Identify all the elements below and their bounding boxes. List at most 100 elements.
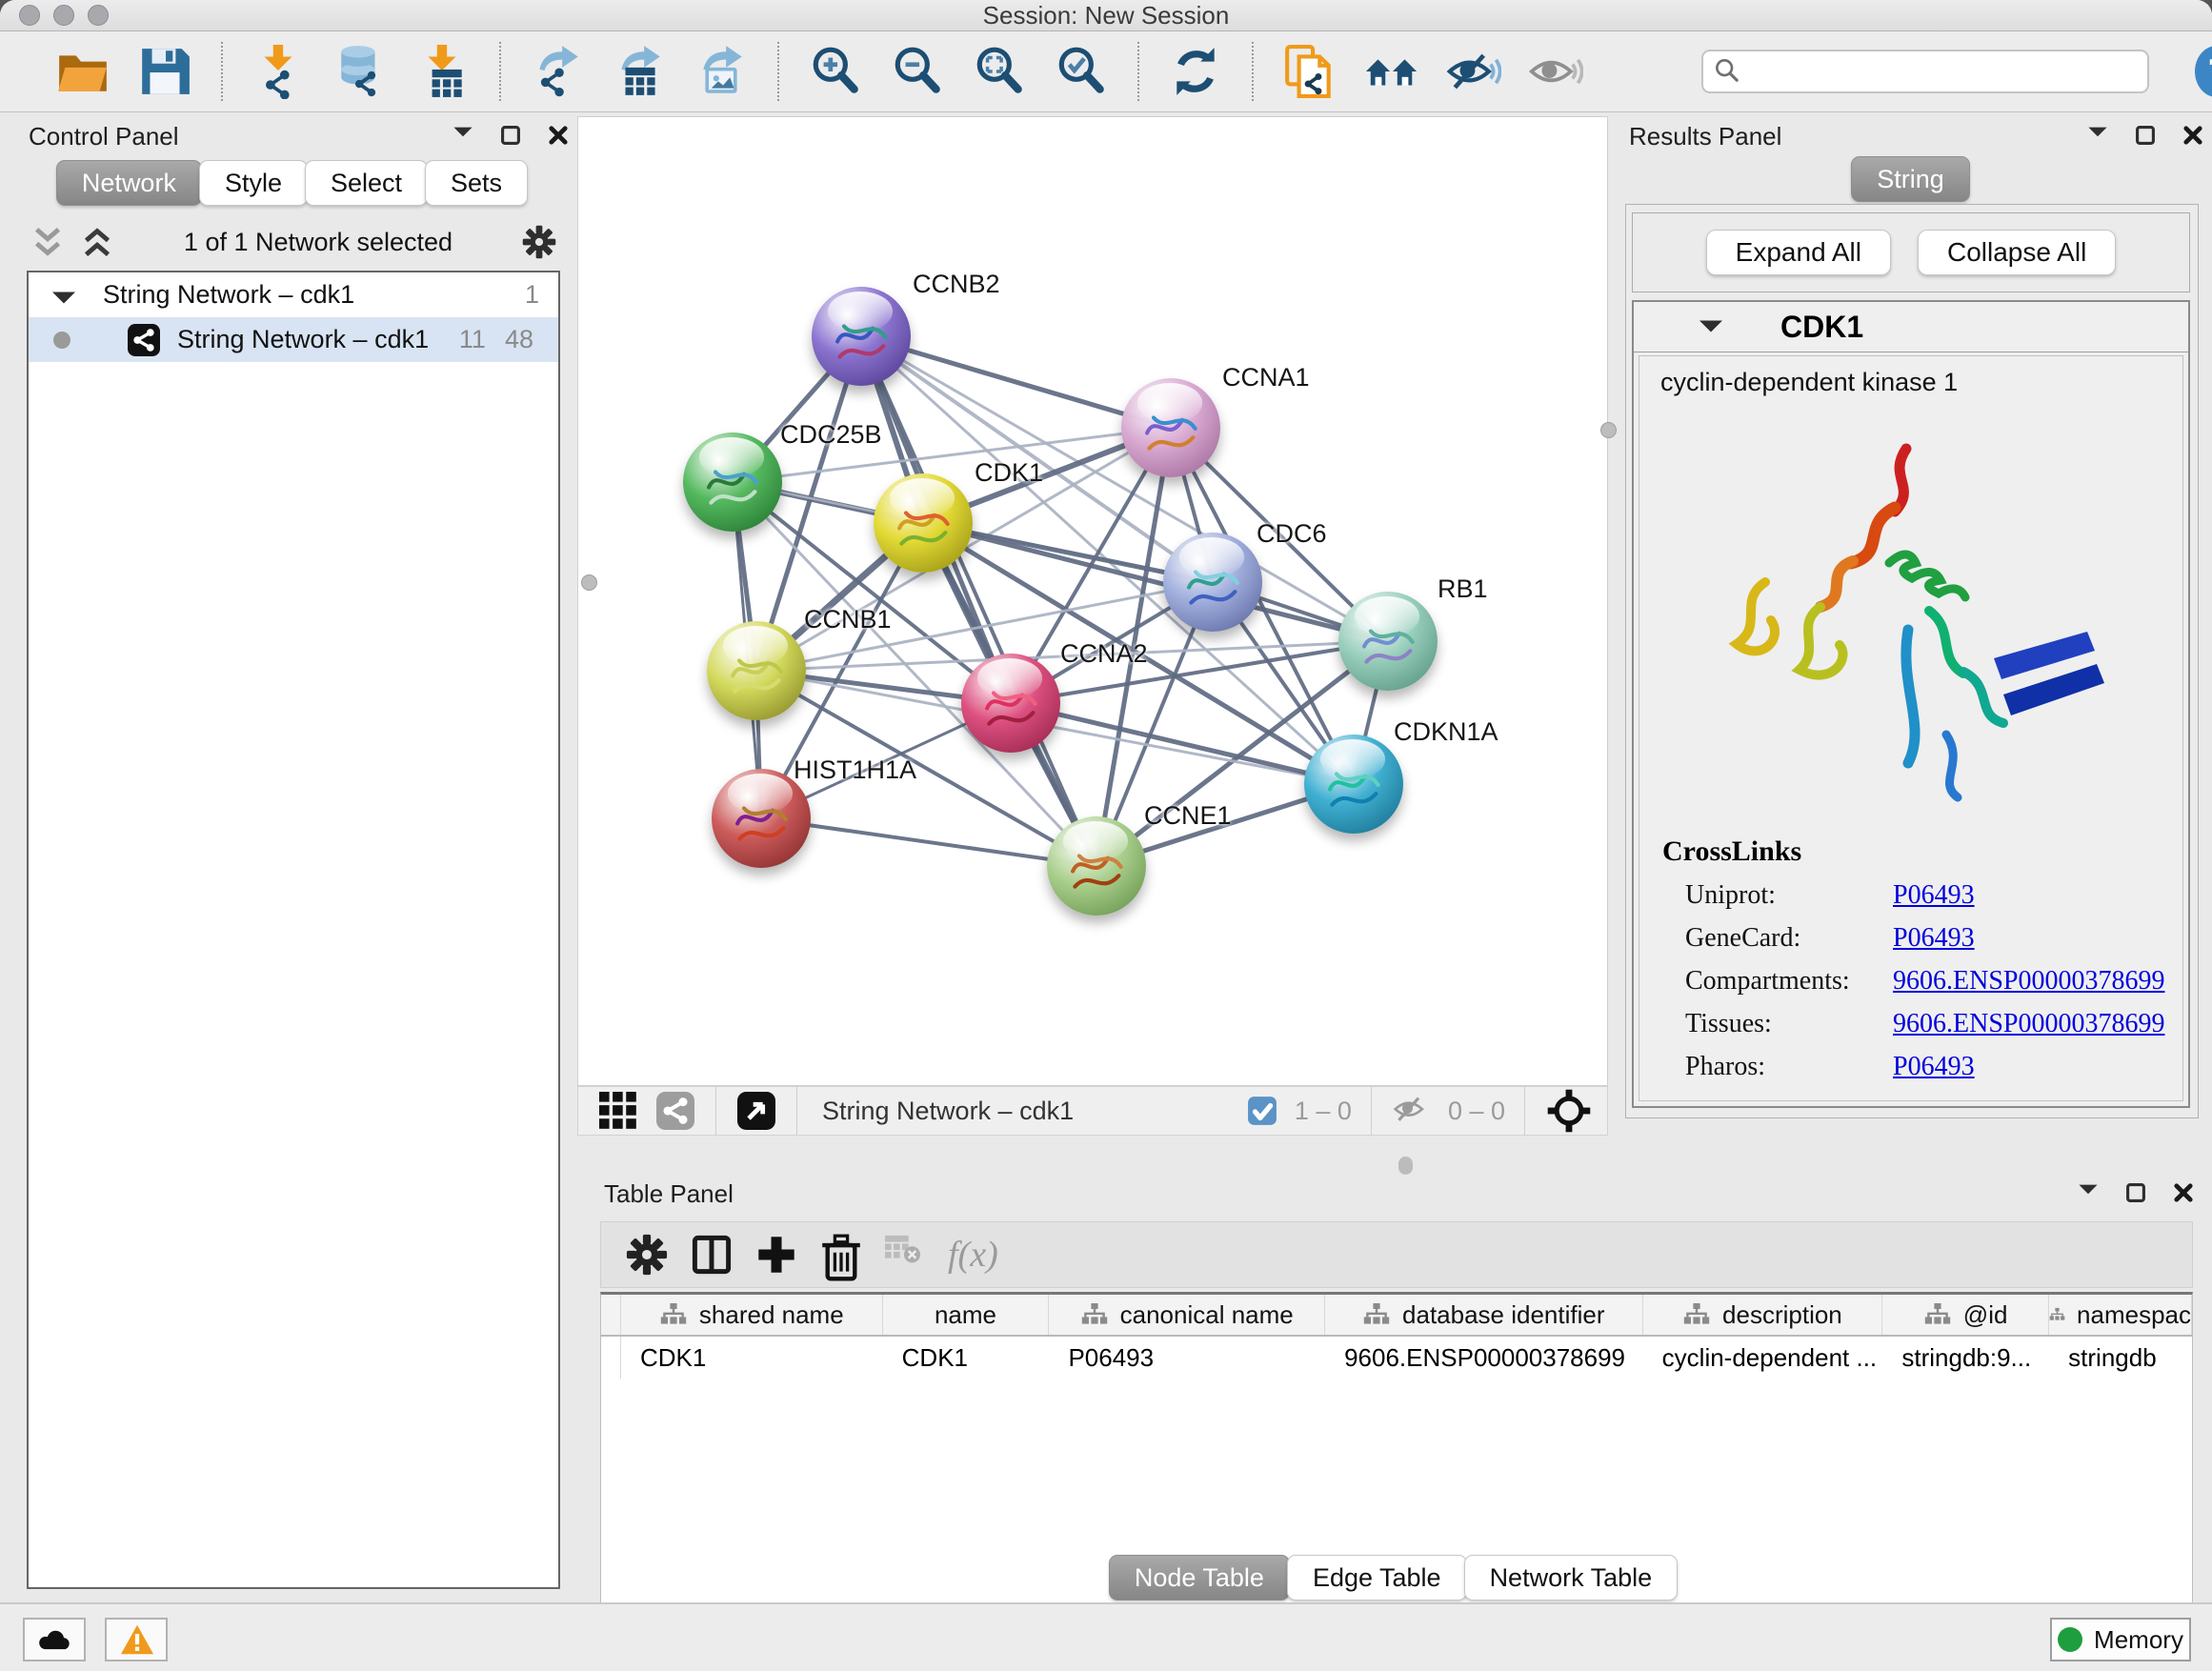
network-overview-icon[interactable] bbox=[1364, 44, 1419, 99]
expand-all-button[interactable]: Expand All bbox=[1706, 230, 1891, 275]
export-network-icon[interactable] bbox=[530, 44, 585, 99]
network-node-cdk1[interactable] bbox=[874, 473, 973, 573]
import-network-from-file-icon[interactable] bbox=[251, 44, 307, 99]
float-panel-icon[interactable] bbox=[2124, 1181, 2147, 1204]
horizontal-splitter-handle[interactable] bbox=[1398, 1157, 1413, 1175]
network-node-rb1[interactable] bbox=[1338, 592, 1438, 691]
network-node-cdkn1a[interactable] bbox=[1304, 735, 1403, 834]
center-view-icon[interactable] bbox=[1546, 1088, 1592, 1134]
crosslink-link[interactable]: P06493 bbox=[1893, 1052, 1975, 1082]
network-row[interactable]: String Network – cdk1 11 48 bbox=[29, 317, 558, 362]
zoom-in-icon[interactable] bbox=[808, 44, 863, 99]
network-thumbnail-icon[interactable] bbox=[656, 1092, 694, 1130]
network-node-ccne1[interactable] bbox=[1047, 816, 1146, 916]
float-panel-icon[interactable] bbox=[2134, 124, 2157, 147]
table-cell[interactable]: CDK1 bbox=[883, 1337, 1050, 1379]
column-header-database-identifier[interactable]: database identifier bbox=[1325, 1295, 1643, 1335]
export-image-icon[interactable] bbox=[694, 44, 749, 99]
tab-edge-table[interactable]: Edge Table bbox=[1287, 1555, 1467, 1601]
close-panel-icon[interactable] bbox=[2172, 1181, 2195, 1204]
tab-network[interactable]: Network bbox=[56, 160, 202, 206]
collapse-all-button[interactable]: Collapse All bbox=[1918, 230, 2116, 275]
float-panel-icon[interactable] bbox=[499, 124, 522, 147]
import-table-from-file-icon[interactable] bbox=[415, 44, 471, 99]
add-column-icon[interactable] bbox=[755, 1234, 797, 1276]
export-table-icon[interactable] bbox=[612, 44, 667, 99]
network-node-ccna1[interactable] bbox=[1121, 378, 1220, 477]
gene-description: cyclin-dependent kinase 1 bbox=[1660, 368, 2182, 397]
detach-view-icon[interactable] bbox=[737, 1092, 775, 1130]
refresh-view-icon[interactable] bbox=[1168, 44, 1223, 99]
network-node-cdc6[interactable] bbox=[1163, 533, 1262, 632]
expand-all-networks-icon[interactable] bbox=[80, 225, 114, 259]
tab-string[interactable]: String bbox=[1851, 156, 1970, 202]
collection-expand-icon[interactable] bbox=[50, 285, 78, 306]
title-bar[interactable]: Session: New Session bbox=[0, 0, 2212, 31]
tab-node-table[interactable]: Node Table bbox=[1109, 1555, 1290, 1601]
hidden-eye-icon[interactable] bbox=[1393, 1096, 1431, 1126]
close-panel-icon[interactable] bbox=[547, 124, 570, 147]
node-label-cdkn1a: CDKN1A bbox=[1394, 717, 1498, 747]
network-node-ccnb2[interactable] bbox=[812, 287, 911, 386]
panel-menu-icon[interactable] bbox=[2086, 124, 2109, 147]
birds-eye-view-icon[interactable] bbox=[599, 1092, 637, 1130]
network-options-gear-icon[interactable] bbox=[522, 225, 556, 259]
crosslink-link[interactable]: P06493 bbox=[1893, 923, 1975, 954]
protein-thumbnail bbox=[827, 309, 896, 370]
search-input[interactable] bbox=[1741, 57, 2138, 87]
gene-section-header[interactable]: CDK1 bbox=[1634, 302, 2188, 352]
column-header-name[interactable]: name bbox=[883, 1295, 1050, 1335]
column-header-canonical-name[interactable]: canonical name bbox=[1049, 1295, 1325, 1335]
crosslinks-title: CrossLinks bbox=[1662, 836, 2182, 868]
table-cell[interactable]: 9606.ENSP00000378699 bbox=[1325, 1337, 1643, 1379]
show-columns-icon[interactable] bbox=[691, 1234, 733, 1276]
network-canvas[interactable]: CCNB2 CCNA1 CDC25B CDK1 CDC6 RB1 CCNB1 C… bbox=[577, 116, 1608, 1086]
close-panel-icon[interactable] bbox=[2182, 124, 2204, 147]
fit-content-icon[interactable] bbox=[972, 44, 1027, 99]
hide-selected-icon[interactable] bbox=[1446, 44, 1501, 99]
table-cell[interactable]: P06493 bbox=[1049, 1337, 1325, 1379]
crosslink-link[interactable]: 9606.ENSP00000378699 bbox=[1893, 1009, 2164, 1039]
zoom-selected-icon[interactable] bbox=[1054, 44, 1109, 99]
splitter-handle-left[interactable] bbox=[581, 574, 597, 591]
help-icon[interactable]: ? bbox=[2191, 43, 2212, 100]
network-node-ccna2[interactable] bbox=[961, 654, 1060, 753]
tab-sets[interactable]: Sets bbox=[425, 160, 528, 206]
table-row[interactable]: CDK1CDK1P064939606.ENSP00000378699cyclin… bbox=[601, 1337, 2192, 1379]
table-cell[interactable]: stringdb:9... bbox=[1882, 1337, 2049, 1379]
collapse-all-networks-icon[interactable] bbox=[30, 225, 65, 259]
column-header-description[interactable]: description bbox=[1643, 1295, 1883, 1335]
table-cell[interactable]: stringdb bbox=[2049, 1337, 2192, 1379]
warnings-button[interactable] bbox=[105, 1618, 168, 1661]
cloud-status-button[interactable] bbox=[23, 1618, 86, 1661]
open-session-icon[interactable] bbox=[55, 44, 111, 99]
table-cell[interactable]: cyclin-dependent ... bbox=[1643, 1337, 1883, 1379]
tab-style[interactable]: Style bbox=[199, 160, 308, 206]
memory-button[interactable]: Memory bbox=[2050, 1618, 2191, 1661]
network-collection-row[interactable]: String Network – cdk1 1 bbox=[29, 272, 558, 317]
panel-menu-icon[interactable] bbox=[2077, 1181, 2100, 1204]
tab-select[interactable]: Select bbox=[305, 160, 428, 206]
search-box[interactable] bbox=[1701, 50, 2149, 93]
table-cell[interactable]: CDK1 bbox=[621, 1337, 883, 1379]
zoom-out-icon[interactable] bbox=[890, 44, 945, 99]
network-node-cdc25b[interactable] bbox=[683, 433, 782, 532]
search-icon bbox=[1713, 56, 1741, 87]
network-node-ccnb1[interactable] bbox=[707, 621, 806, 720]
crosslink-link[interactable]: P06493 bbox=[1893, 880, 1975, 911]
delete-column-icon[interactable] bbox=[820, 1234, 862, 1276]
section-collapse-icon[interactable] bbox=[1697, 316, 1725, 337]
import-network-from-database-icon[interactable] bbox=[333, 44, 389, 99]
clone-network-icon[interactable] bbox=[1282, 44, 1337, 99]
selected-nodes-checkbox-icon[interactable] bbox=[1247, 1096, 1277, 1126]
status-bar: Memory bbox=[0, 1602, 2212, 1671]
column-header-namespac[interactable]: namespac bbox=[2049, 1295, 2192, 1335]
network-label: String Network – cdk1 bbox=[177, 325, 429, 354]
crosslink-link[interactable]: 9606.ENSP00000378699 bbox=[1893, 966, 2164, 997]
tab-network-table[interactable]: Network Table bbox=[1464, 1555, 1679, 1601]
save-session-icon[interactable] bbox=[137, 44, 192, 99]
column-header-@id[interactable]: @id bbox=[1882, 1295, 2049, 1335]
table-settings-icon[interactable] bbox=[626, 1234, 668, 1276]
column-header-shared-name[interactable]: shared name bbox=[621, 1295, 883, 1335]
panel-menu-icon[interactable] bbox=[452, 124, 474, 147]
